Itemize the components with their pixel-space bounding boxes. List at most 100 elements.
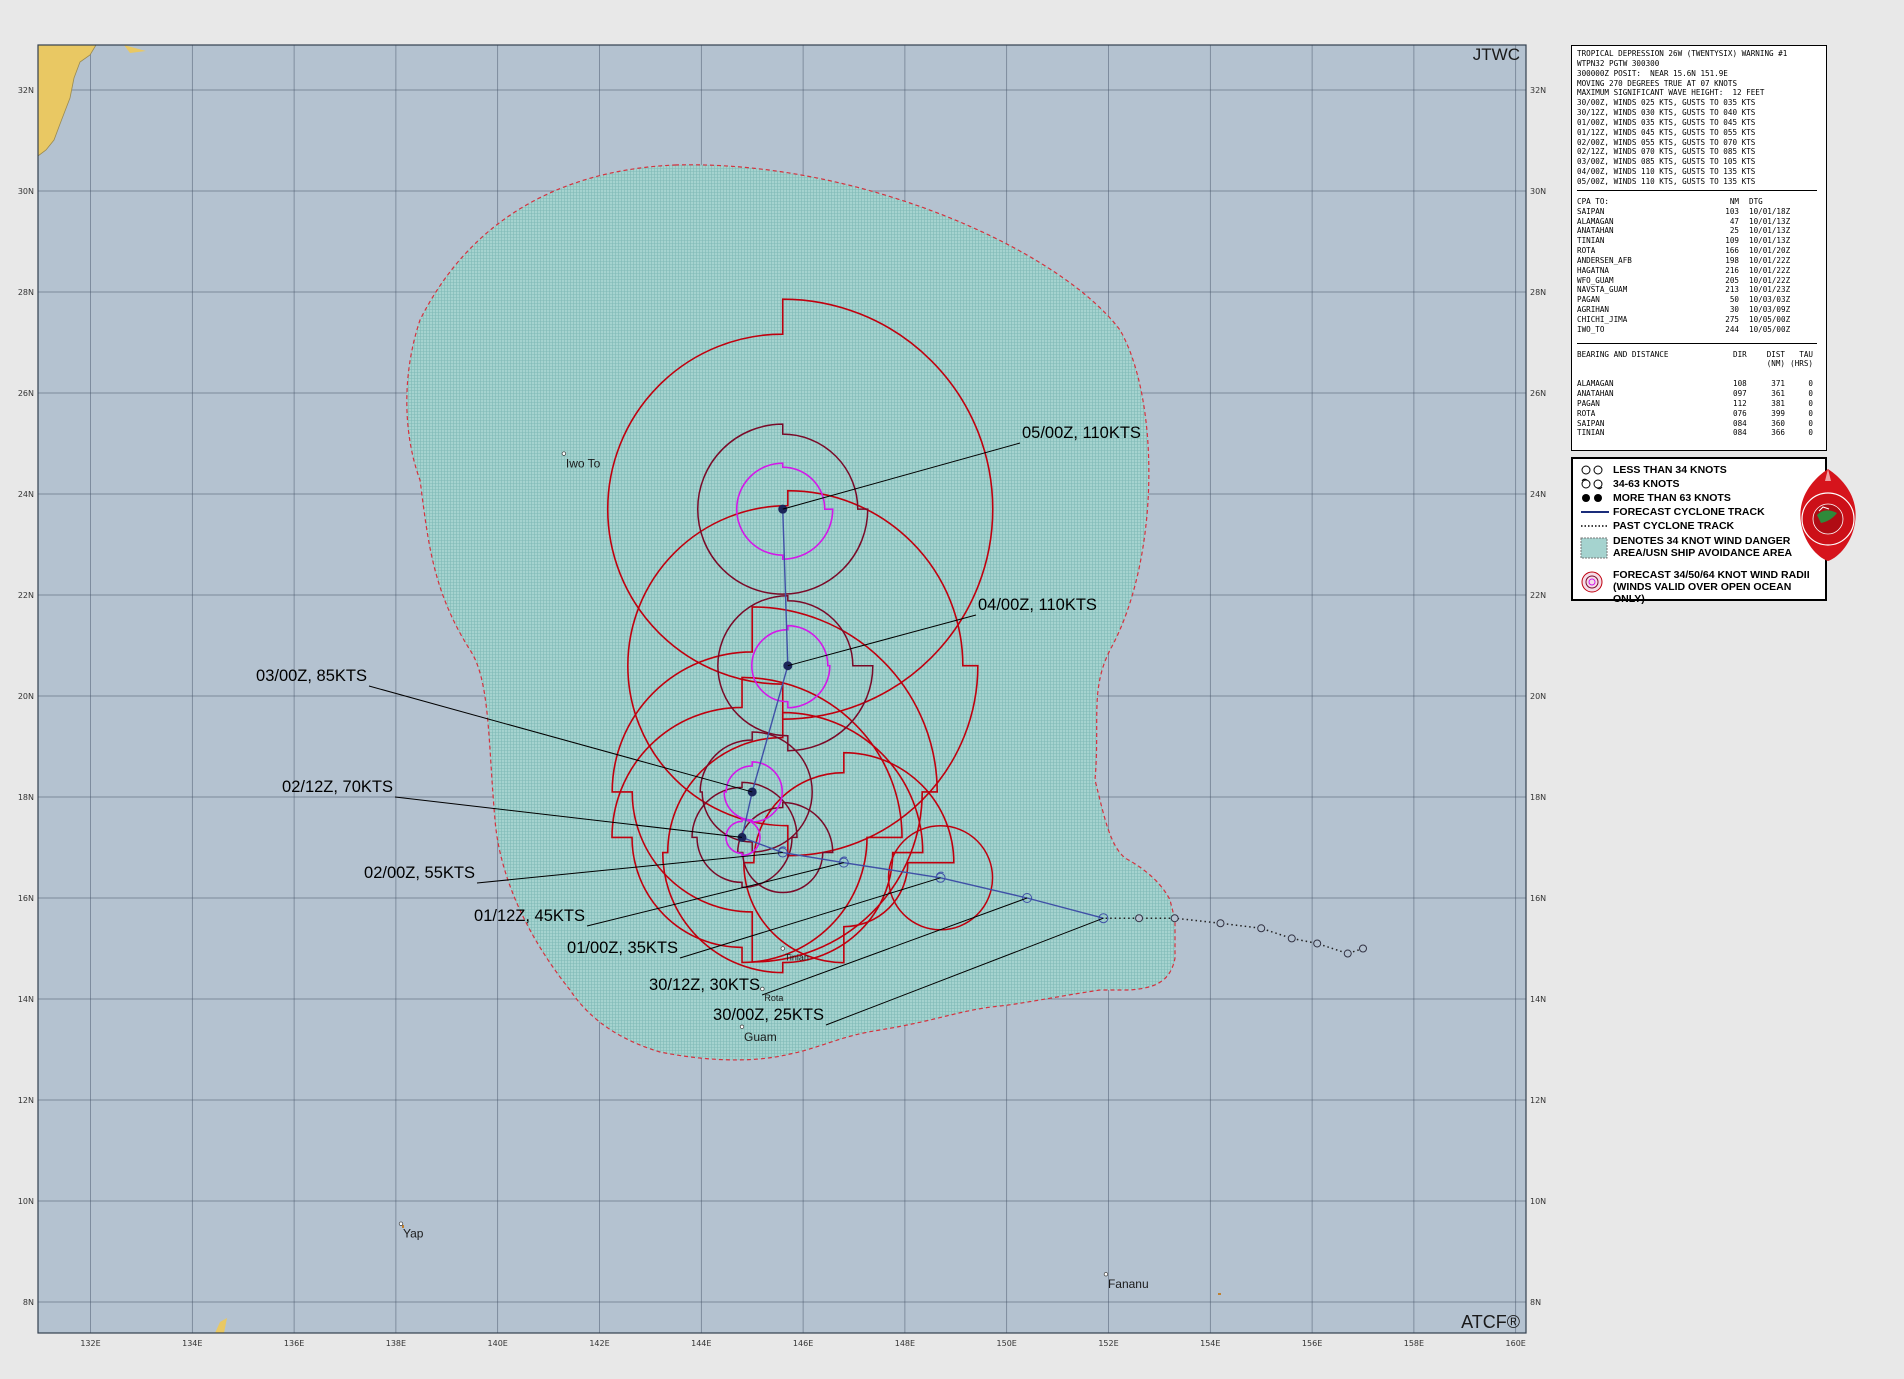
legend-34to63: 34-63 KNOTS: [1579, 477, 1680, 491]
jtwc-seal-icon: [1800, 469, 1856, 561]
past-track-point: [1287, 934, 1296, 943]
agency-label: JTWC: [1473, 45, 1520, 64]
lon-tick-label: 138E: [386, 1339, 406, 1348]
lon-tick-label: 146E: [793, 1339, 813, 1348]
lat-tick-label: 10N: [1530, 1197, 1546, 1206]
forecast-label: 01/12Z, 45KTS: [474, 907, 585, 925]
lat-tick-label: 28N: [18, 288, 34, 297]
place-marker: [398, 1221, 404, 1226]
lon-tick-label: 154E: [1200, 1339, 1220, 1348]
warning-line: 03/00Z, WINDS 085 KTS, GUSTS TO 105 KTS: [1577, 157, 1756, 167]
past-track-point: [1170, 914, 1179, 923]
legend-lt34: LESS THAN 34 KNOTS: [1579, 463, 1727, 477]
lat-tick-label: 18N: [18, 793, 34, 802]
lon-tick-label: 160E: [1506, 1339, 1526, 1348]
cpa-row: ANDERSEN_AFB 198 10/01/22Z: [1577, 255, 1791, 265]
warning-text-panel: TROPICAL DEPRESSION 26W (TWENTYSIX) WARN…: [1571, 45, 1827, 451]
place-label: Fananu: [1108, 1277, 1149, 1291]
cpa-row: NAVSTA_GUAM 213 10/01/23Z: [1577, 285, 1791, 295]
lat-tick-label: 28N: [1530, 288, 1546, 297]
warning-line: TROPICAL DEPRESSION 26W (TWENTYSIX) WARN…: [1577, 49, 1788, 58]
cpa-row: WFO_GUAM 205 10/01/22Z: [1577, 275, 1791, 285]
place-label: Yap: [403, 1227, 424, 1241]
forecast-label: 30/12Z, 30KTS: [649, 976, 760, 994]
place-marker: [561, 451, 567, 456]
lat-tick-label: 12N: [18, 1096, 34, 1105]
bearing-row: TINIAN 084 366 0: [1577, 428, 1813, 438]
lon-tick-label: 142E: [589, 1339, 609, 1348]
warning-line: 01/12Z, WINDS 045 KTS, GUSTS TO 055 KTS: [1577, 127, 1756, 137]
warning-line: WTPN32 PGTW 300300: [1577, 58, 1660, 68]
lat-tick-label: 22N: [1530, 591, 1546, 600]
legend-past-track: PAST CYCLONE TRACK: [1581, 520, 1735, 532]
warning-line: MAXIMUM SIGNIFICANT WAVE HEIGHT: 12 FEET: [1577, 88, 1765, 98]
lat-tick-label: 32N: [18, 86, 34, 95]
cpa-row: IWO_TO 244 10/05/00Z: [1577, 324, 1791, 334]
lon-tick-label: 150E: [997, 1339, 1017, 1348]
forecast-point-gt63: [778, 504, 788, 514]
forecast-label: 05/00Z, 110KTS: [1022, 424, 1141, 442]
lat-tick-label: 26N: [18, 389, 34, 398]
warning-line: 300000Z POSIT: NEAR 15.6N 151.9E: [1577, 68, 1728, 78]
lon-tick-label: 152E: [1098, 1339, 1118, 1348]
lat-tick-label: 24N: [1530, 490, 1546, 499]
warning-lines: TROPICAL DEPRESSION 26W (TWENTYSIX) WARN…: [1577, 49, 1821, 187]
place-marker: [780, 946, 785, 951]
forecast-label: 03/00Z, 85KTS: [256, 667, 367, 685]
place-label: Tinian: [785, 953, 809, 963]
cpa-row: HAGATNA 216 10/01/22Z: [1577, 265, 1791, 275]
past-track-point: [1216, 919, 1225, 928]
past-track-point: [1359, 944, 1367, 953]
cpa-row: ANATAHAN 25 10/01/13Z: [1577, 226, 1791, 236]
lat-tick-label: 14N: [18, 995, 34, 1004]
warning-line: 01/00Z, WINDS 035 KTS, GUSTS TO 045 KTS: [1577, 117, 1756, 127]
lat-tick-label: 30N: [1530, 187, 1546, 196]
warning-line: 05/00Z, WINDS 110 KTS, GUSTS TO 135 KTS: [1577, 176, 1756, 186]
place-label: Guam: [744, 1030, 777, 1044]
lon-tick-label: 148E: [895, 1339, 915, 1348]
place-label: Rota: [764, 993, 783, 1003]
warning-line: 30/12Z, WINDS 030 KTS, GUSTS TO 040 KTS: [1577, 108, 1756, 118]
cpa-row: PAGAN 50 10/03/03Z: [1577, 295, 1791, 305]
lon-tick-label: 144E: [691, 1339, 711, 1348]
lon-tick-label: 156E: [1302, 1339, 1322, 1348]
cpa-table: CPA TO: NM DTG SAIPAN 103 10/01/18Z ALAMAGAN 4…: [1577, 196, 1791, 334]
lat-tick-label: 24N: [18, 490, 34, 499]
legend-panel: LESS THAN 34 KNOTS 34-63 KNOTS MORE THAN…: [1571, 457, 1856, 605]
lat-tick-label: 8N: [23, 1298, 34, 1307]
forecast-label: 30/00Z, 25KTS: [713, 1006, 824, 1024]
cpa-row: ROTA 166 10/01/20Z: [1577, 246, 1791, 256]
forecast-label: 04/00Z, 110KTS: [978, 596, 1097, 614]
atcf-label: ATCF®: [1461, 1312, 1520, 1332]
bearing-row: PAGAN 112 381 0: [1577, 398, 1813, 408]
bearing-row: ALAMAGAN 108 371 0: [1577, 379, 1813, 389]
cpa-row: ALAMAGAN 47 10/01/13Z: [1577, 216, 1791, 226]
forecast-label: 01/00Z, 35KTS: [567, 939, 678, 957]
lat-tick-label: 30N: [18, 187, 34, 196]
lat-tick-label: 20N: [18, 692, 34, 701]
warning-line: MOVING 270 DEGREES TRUE AT 07 KNOTS: [1577, 78, 1738, 88]
past-track-point: [1343, 949, 1352, 958]
past-track-point: [1313, 939, 1322, 948]
warning-line: 04/00Z, WINDS 110 KTS, GUSTS TO 135 KTS: [1577, 167, 1756, 177]
bearing-row: ANATAHAN 097 361 0: [1577, 389, 1813, 398]
cpa-row: CHICHI_JIMA 275 10/05/00Z: [1577, 314, 1791, 324]
warning-line: 02/00Z, WINDS 055 KTS, GUSTS TO 070 KTS: [1577, 137, 1756, 147]
past-track-point: [1257, 924, 1266, 933]
lat-tick-label: 18N: [1530, 793, 1546, 802]
place-marker: [739, 1024, 745, 1029]
bearing-row: SAIPAN 084 360 0: [1577, 418, 1813, 428]
lat-tick-label: 22N: [18, 591, 34, 600]
warning-line: 30/00Z, WINDS 025 KTS, GUSTS TO 035 KTS: [1577, 98, 1756, 108]
place-marker: [1103, 1272, 1109, 1277]
lat-tick-label: 14N: [1530, 995, 1546, 1004]
forecast-label: 02/12Z, 70KTS: [282, 778, 393, 796]
legend-wind-radii: FORECAST 34/50/64 KNOT WIND RADII (WINDS …: [1579, 569, 1825, 605]
cpa-row: AGRIHAN 30 10/03/09Z: [1577, 305, 1791, 315]
lat-tick-label: 26N: [1530, 389, 1546, 398]
lat-tick-label: 20N: [1530, 692, 1546, 701]
place-marker: [760, 986, 765, 992]
lat-tick-label: 10N: [18, 1197, 34, 1206]
lon-tick-label: 136E: [284, 1339, 304, 1348]
cpa-row: SAIPAN 103 10/01/18Z: [1577, 206, 1791, 216]
